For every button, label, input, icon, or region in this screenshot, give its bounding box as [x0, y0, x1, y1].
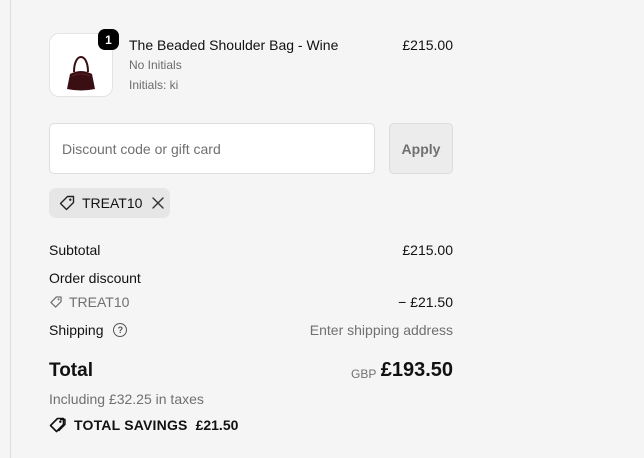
total-currency: GBP [351, 367, 377, 381]
shipping-label-row: Shipping ? [49, 322, 128, 338]
quantity-badge: 1 [98, 29, 119, 50]
remove-discount-icon[interactable] [151, 196, 165, 210]
product-title: The Beaded Shoulder Bag - Wine [129, 37, 339, 53]
shipping-value: Enter shipping address [309, 322, 453, 338]
tag-icon [58, 194, 76, 212]
total-savings-label: TOTAL SAVINGS [74, 417, 188, 433]
taxes-note: Including £32.25 in taxes [49, 391, 204, 407]
order-discount-code-row: TREAT10 [49, 294, 129, 310]
help-icon[interactable]: ? [113, 323, 128, 338]
total-savings-value: £21.50 [195, 417, 239, 433]
order-discount-code: TREAT10 [69, 294, 130, 310]
shipping-label: Shipping [49, 322, 104, 338]
subtotal-label: Subtotal [49, 242, 101, 258]
subtotal-value: £215.00 [402, 242, 453, 258]
order-discount-value: − £21.50 [398, 294, 453, 310]
applied-discount-pill: TREAT10 [49, 188, 170, 218]
applied-discount-code: TREAT10 [82, 195, 143, 211]
product-variant-initials-option: No Initials [129, 58, 182, 72]
total-savings-row: TOTAL SAVINGS £21.50 [49, 416, 238, 434]
apply-discount-button[interactable]: Apply [389, 123, 453, 174]
total-amount: £193.50 [380, 359, 453, 381]
discount-code-input[interactable] [49, 123, 375, 174]
order-discount-label: Order discount [49, 270, 141, 286]
tag-icon [49, 295, 63, 309]
total-label: Total [49, 360, 93, 381]
product-price: £215.00 [402, 37, 453, 53]
product-variant-initials: Initials: ki [129, 78, 179, 92]
savings-tag-icon [49, 416, 67, 434]
